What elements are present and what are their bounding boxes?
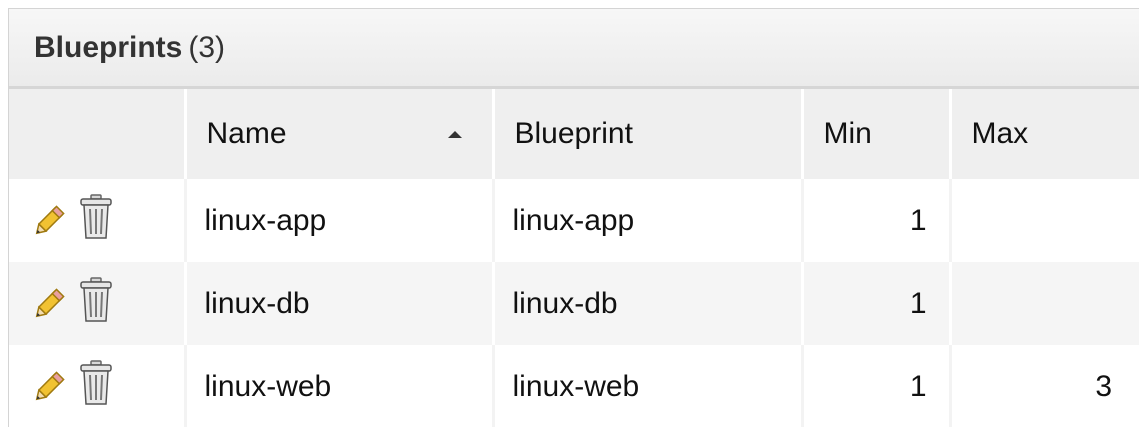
panel-header: Blueprints (3) [9,9,1139,89]
cell-blueprint: linux-web [493,345,804,427]
table-row[interactable]: linux-web linux-web 1 3 [9,345,1139,427]
trash-icon[interactable] [79,359,113,414]
row-actions [9,179,187,262]
column-header-min[interactable]: Min [802,89,952,179]
column-header-blueprint[interactable]: Blueprint [493,89,804,179]
cell-max [950,262,1139,345]
cell-blueprint: linux-app [493,179,804,262]
panel-title: Blueprints [34,30,183,64]
cell-blueprint: linux-db [493,262,804,345]
pencil-icon[interactable] [35,365,71,409]
cell-max [950,179,1139,262]
table-header-row: Name Blueprint Min Max [9,89,1139,179]
cell-min: 1 [802,262,952,345]
trash-icon[interactable] [79,276,113,331]
column-header-name-label: Name [206,117,287,150]
blueprints-table: Name Blueprint Min Max linux-app linux-ap… [9,89,1139,427]
column-header-actions [9,89,187,179]
table-row[interactable]: linux-app linux-app 1 [9,179,1139,262]
pencil-icon[interactable] [35,282,71,326]
trash-icon[interactable] [79,193,113,248]
cell-name: linux-app [185,179,495,262]
cell-max: 3 [1095,369,1112,403]
sort-ascending-icon [447,131,462,138]
cell-name: linux-db [185,262,495,345]
column-header-max[interactable]: Max [950,89,1139,179]
cell-min: 1 [802,345,952,427]
blueprints-panel: Blueprints (3) Name Blueprint Min Max li… [8,8,1139,427]
row-actions [9,345,187,427]
cell-name: linux-web [185,345,495,427]
row-actions [9,262,187,345]
panel-count: (3) [188,30,226,64]
cell-min: 1 [802,179,952,262]
column-header-name[interactable]: Name [185,89,495,179]
pencil-icon[interactable] [35,199,71,243]
table-row[interactable]: linux-db linux-db 1 [9,262,1139,345]
